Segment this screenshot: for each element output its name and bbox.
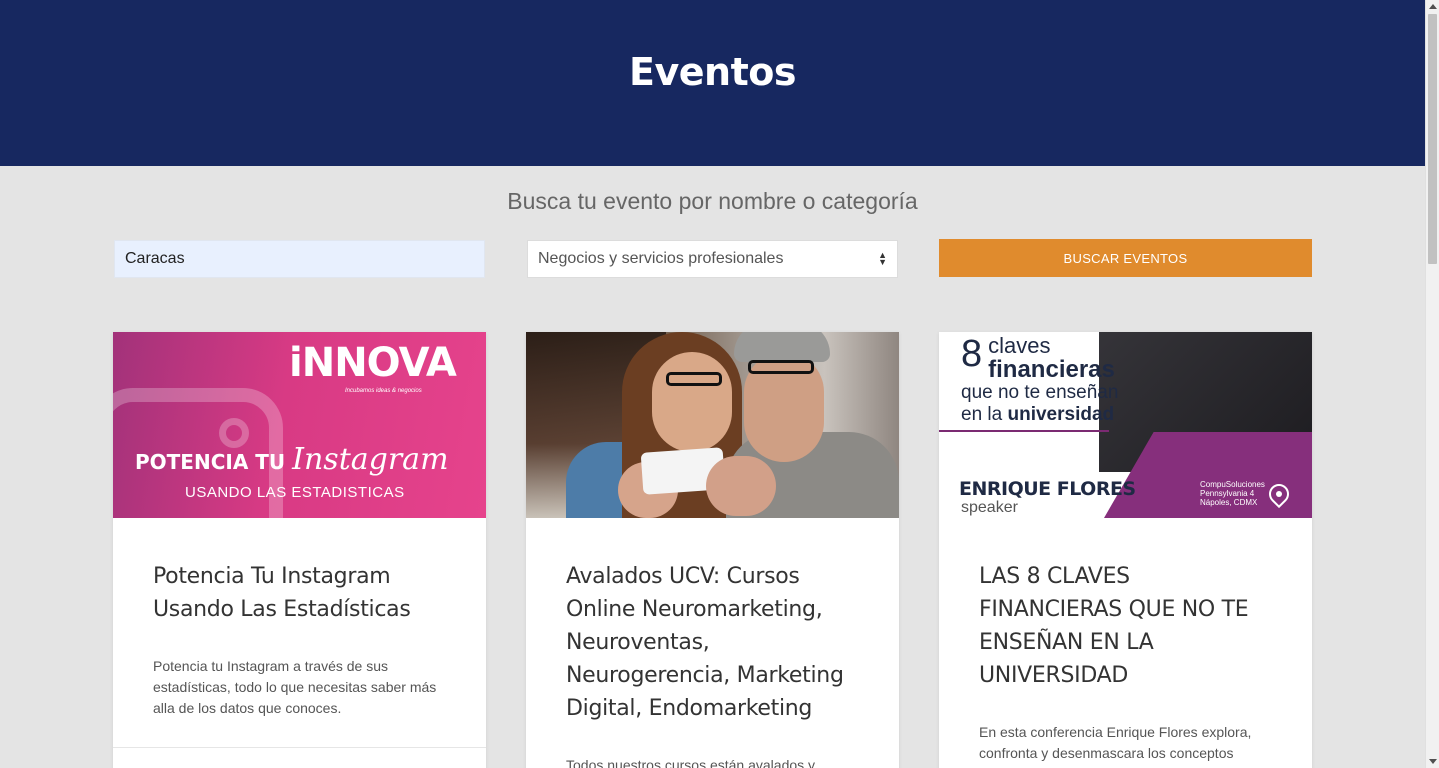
event-image-photo[interactable] (526, 332, 899, 518)
event-title[interactable]: Potencia Tu Instagram Usando Las Estadís… (153, 560, 446, 626)
city-input[interactable] (114, 240, 485, 278)
image-line-prefix: en la (961, 404, 1003, 425)
speaker-name: ENRIQUE FLORES (959, 478, 1136, 500)
event-card[interactable]: Avalados UCV: Cursos Online Neuromarketi… (526, 332, 899, 768)
scroll-up-icon[interactable] (1429, 4, 1437, 9)
photo-shape (666, 372, 722, 386)
image-number: 8 (961, 333, 983, 375)
category-select[interactable]: Negocios y servicios profesionales ▲ ▼ (527, 240, 898, 278)
search-heading: Busca tu evento por nombre o categoría (507, 188, 918, 214)
image-headline: POTENCIA TU Instagram (135, 442, 449, 477)
photo-shape (706, 456, 776, 516)
event-card[interactable]: 8 claves financieras que no te enseñan e… (939, 332, 1312, 768)
vertical-scrollbar[interactable] (1425, 0, 1439, 768)
image-rule (939, 430, 1109, 432)
image-headline-bold: POTENCIA TU (135, 450, 286, 474)
event-description: En esta conferencia Enrique Flores explo… (979, 724, 1252, 768)
event-title[interactable]: Avalados UCV: Cursos Online Neuromarketi… (566, 560, 859, 725)
image-headline-script: Instagram (292, 442, 449, 477)
event-card-body: Avalados UCV: Cursos Online Neuromarketi… (526, 518, 899, 768)
scroll-down-icon[interactable] (1429, 759, 1437, 764)
event-description: Potencia tu Instagram a través de sus es… (153, 658, 437, 716)
image-line: en la universidad (961, 404, 1118, 426)
event-card[interactable]: iNNOVA Incubamos ideas & negocios POTENC… (113, 332, 486, 768)
photo-shape (734, 332, 830, 362)
image-subline: USANDO LAS ESTADISTICAS (185, 484, 405, 501)
event-title[interactable]: LAS 8 CLAVES FINANCIERAS QUE NO TE ENSEÑ… (979, 560, 1272, 692)
event-image-instagram[interactable]: iNNOVA Incubamos ideas & negocios POTENC… (113, 332, 486, 518)
search-events-button[interactable]: BUSCAR EVENTOS (939, 239, 1312, 277)
innova-logo: iNNOVA (289, 340, 457, 386)
innova-tagline: Incubamos ideas & negocios (345, 388, 422, 394)
event-card-body: Potencia Tu Instagram Usando Las Estadís… (113, 518, 486, 719)
scrollbar-thumb[interactable] (1428, 14, 1437, 264)
venue-info: CompuSoluciones Pennsylvania 4 Nápoles, … (1200, 480, 1265, 507)
event-image-claves[interactable]: 8 claves financieras que no te enseñan e… (939, 332, 1312, 518)
image-line: que no te enseñan (961, 382, 1119, 403)
card-divider (113, 747, 486, 748)
image-headline: 8 claves financieras que no te enseñan e… (961, 334, 1118, 426)
speaker-role: speaker (961, 499, 1018, 516)
image-line-bold: universidad (1007, 404, 1115, 425)
page-header: Eventos (0, 0, 1425, 166)
page-title: Eventos (629, 50, 796, 94)
venue-address: Nápoles, CDMX (1200, 498, 1258, 507)
event-card-body: LAS 8 CLAVES FINANCIERAS QUE NO TE ENSEÑ… (939, 518, 1312, 768)
venue-name: CompuSoluciones (1200, 480, 1265, 489)
image-line: financieras (988, 356, 1115, 383)
category-select-value: Negocios y servicios profesionales (538, 250, 784, 267)
photo-shape (652, 352, 732, 452)
image-line: claves (988, 333, 1051, 358)
venue-address: Pennsylvania 4 (1200, 489, 1255, 498)
select-arrows-icon: ▲ ▼ (878, 250, 887, 267)
photo-shape (748, 360, 814, 374)
event-description: Todos nuestros cursos están avalados y (566, 757, 816, 768)
